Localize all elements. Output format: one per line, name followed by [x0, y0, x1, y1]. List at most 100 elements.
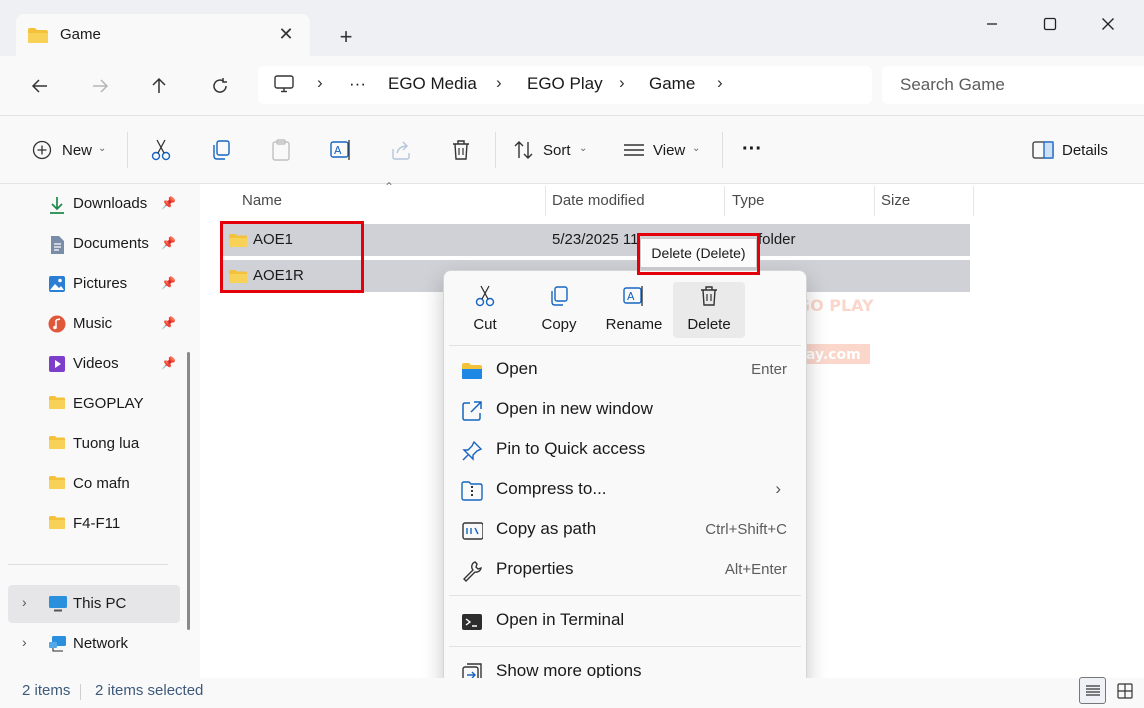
breadcrumb-overflow[interactable]: ···	[349, 74, 366, 94]
menu-rename-button[interactable]: A Rename	[598, 282, 670, 338]
sidebar-item-network[interactable]: › Network	[8, 625, 180, 663]
breadcrumb-ego-media[interactable]: EGO Media	[388, 74, 477, 94]
back-button[interactable]	[25, 72, 55, 100]
view-button[interactable]: View	[653, 142, 685, 159]
up-button[interactable]	[144, 72, 174, 100]
breadcrumb-separator[interactable]: ›	[496, 73, 502, 93]
menu-item-label: Pin to Quick access	[496, 439, 646, 458]
menu-item-open-new-window[interactable]: Open in new window	[449, 391, 801, 429]
column-header-name[interactable]: Name	[242, 192, 282, 209]
folder-icon	[48, 395, 66, 413]
column-header-date-modified[interactable]: Date modified	[552, 192, 645, 209]
column-divider[interactable]	[973, 186, 974, 216]
menu-item-label: Cut	[473, 316, 497, 333]
status-divider	[80, 684, 81, 700]
close-icon	[1102, 18, 1114, 30]
sort-icon[interactable]	[511, 137, 537, 163]
rename-icon[interactable]: A	[328, 137, 354, 163]
sidebar-item-music[interactable]: Music 📌	[8, 305, 180, 343]
arrow-up-icon	[152, 77, 166, 93]
menu-item-label: Properties	[496, 559, 574, 578]
chevron-down-icon: ⌄	[692, 143, 701, 154]
refresh-button[interactable]	[205, 72, 235, 100]
highlight-box	[637, 233, 760, 275]
cut-icon[interactable]	[148, 137, 174, 163]
arrow-left-icon	[31, 79, 47, 93]
zip-icon	[461, 480, 483, 502]
sidebar-item-videos[interactable]: Videos 📌	[8, 345, 180, 383]
menu-item-label: Open in Terminal	[496, 610, 625, 629]
column-divider[interactable]	[724, 186, 725, 216]
details-button[interactable]: Details	[1062, 142, 1108, 159]
breadcrumb-ego-play[interactable]: EGO Play	[527, 74, 603, 94]
pin-icon[interactable]: 📌	[161, 236, 176, 250]
sidebar-item-co-mafn[interactable]: Co mafn	[8, 465, 180, 503]
menu-copy-button[interactable]: Copy	[523, 282, 595, 338]
breadcrumb-separator[interactable]: ›	[317, 73, 323, 93]
details-view-button[interactable]	[1079, 677, 1106, 704]
new-tab-button[interactable]: +	[332, 24, 360, 52]
menu-divider	[449, 646, 801, 647]
sidebar-item-documents[interactable]: Documents 📌	[8, 225, 180, 263]
sidebar-item-downloads[interactable]: Downloads 📌	[8, 185, 180, 223]
details-pane-icon[interactable]	[1030, 137, 1056, 163]
network-icon	[48, 635, 66, 653]
menu-item-open-terminal[interactable]: Open in Terminal	[449, 602, 801, 640]
new-button[interactable]: New	[62, 142, 92, 159]
pin-icon[interactable]: 📌	[161, 276, 176, 290]
breadcrumb-separator[interactable]: ›	[717, 73, 723, 93]
menu-item-copy-as-path[interactable]: Copy as path Ctrl+Shift+C	[449, 511, 801, 549]
folder-icon	[48, 475, 66, 493]
sidebar-scrollbar[interactable]	[187, 352, 190, 630]
sort-button[interactable]: Sort	[543, 142, 571, 159]
pin-icon[interactable]: 📌	[161, 196, 176, 210]
pin-icon	[461, 440, 483, 462]
paste-icon[interactable]	[268, 137, 294, 163]
breadcrumb-separator[interactable]: ›	[619, 73, 625, 93]
refresh-icon	[213, 78, 227, 93]
view-icon[interactable]	[621, 137, 647, 163]
breadcrumb-game[interactable]: Game	[649, 74, 695, 94]
file-date: 5/23/2025 11	[552, 231, 639, 248]
column-header-size[interactable]: Size	[881, 192, 910, 209]
new-icon[interactable]	[29, 137, 55, 163]
sidebar-item-egoplay[interactable]: EGOPLAY	[8, 385, 180, 423]
menu-item-open[interactable]: Open Enter	[449, 351, 801, 389]
close-window-button[interactable]	[1088, 10, 1128, 38]
sidebar-item-tuong-lua[interactable]: Tuong lua	[8, 425, 180, 463]
tiles-view-button[interactable]	[1111, 677, 1138, 704]
column-header-type[interactable]: Type	[732, 192, 765, 209]
share-icon[interactable]	[388, 137, 414, 163]
menu-item-properties[interactable]: Properties Alt+Enter	[449, 551, 801, 589]
sidebar-item-this-pc[interactable]: › This PC	[8, 585, 180, 623]
sidebar-item-f4-f11[interactable]: F4-F11	[8, 505, 180, 543]
column-divider[interactable]	[874, 186, 875, 216]
menu-cut-button[interactable]: Cut	[449, 282, 521, 338]
toolbar-divider	[722, 132, 723, 168]
minimize-button[interactable]	[972, 10, 1012, 38]
menu-item-pin-quick-access[interactable]: Pin to Quick access	[449, 431, 801, 469]
menu-item-label: Delete	[687, 316, 731, 333]
menu-item-shortcut: Alt+Enter	[724, 561, 787, 578]
sidebar-item-pictures[interactable]: Pictures 📌	[8, 265, 180, 303]
maximize-button[interactable]	[1030, 10, 1070, 38]
chevron-right-icon[interactable]: ›	[22, 594, 27, 610]
menu-delete-button[interactable]: Delete	[673, 282, 745, 338]
music-icon	[48, 315, 66, 333]
tab-game[interactable]: Game ✕	[16, 14, 310, 56]
chevron-right-icon[interactable]: ›	[22, 634, 27, 650]
documents-icon	[48, 235, 66, 254]
pin-icon[interactable]: 📌	[161, 356, 176, 370]
close-tab-icon[interactable]: ✕	[276, 24, 296, 44]
more-options-button[interactable]: ···	[742, 138, 762, 161]
toolbar-divider	[495, 132, 496, 168]
column-divider[interactable]	[545, 186, 546, 216]
delete-icon[interactable]	[448, 137, 474, 163]
forward-button[interactable]	[85, 72, 115, 100]
menu-item-label: Open in new window	[496, 399, 653, 418]
pc-icon	[48, 595, 67, 613]
videos-icon	[48, 355, 66, 373]
copy-icon[interactable]	[208, 137, 234, 163]
menu-item-compress[interactable]: Compress to... ›	[449, 471, 801, 509]
pin-icon[interactable]: 📌	[161, 316, 176, 330]
